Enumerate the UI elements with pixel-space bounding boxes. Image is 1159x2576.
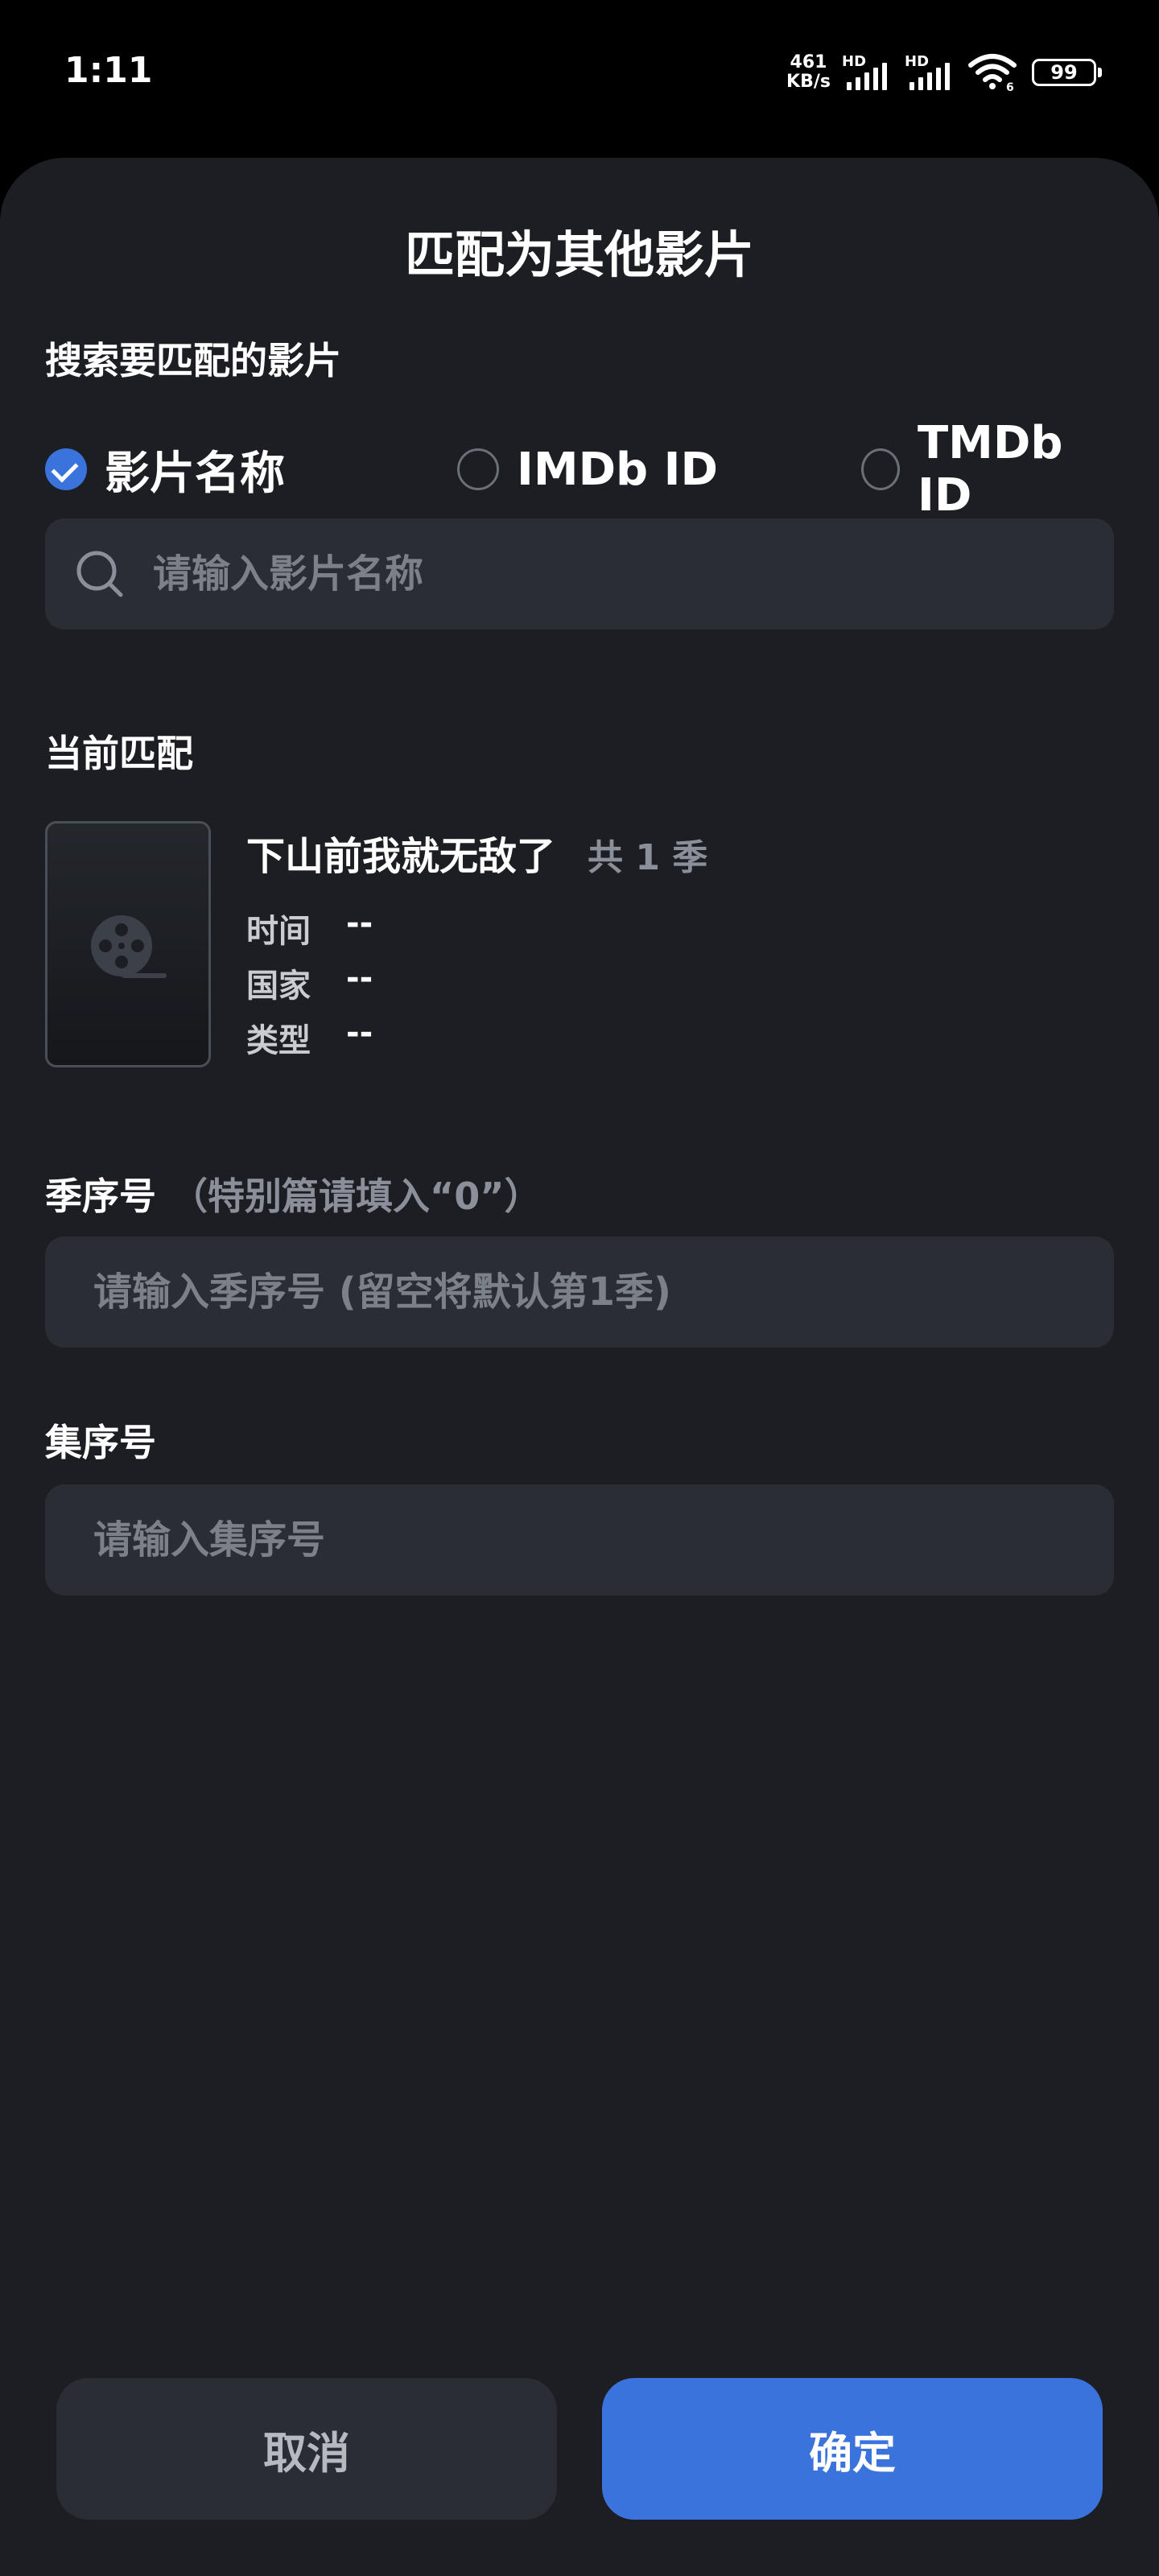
wifi-icon: 6 [967, 52, 1017, 94]
search-type-radio-group: 影片名称 IMDb ID TMDb ID [45, 417, 1114, 522]
season-number-label: 季序号 （特别篇请填入“0”） [45, 1167, 541, 1220]
search-section-label: 搜索要匹配的影片 [45, 339, 341, 382]
episode-number-label: 集序号 [45, 1421, 156, 1464]
current-match-label: 当前匹配 [45, 732, 193, 775]
radio-label: 影片名称 [105, 447, 285, 500]
wifi-badge: 6 [1006, 81, 1014, 93]
network-speed-value: 461 [790, 52, 827, 72]
season-input[interactable] [92, 1269, 1114, 1315]
search-icon [74, 548, 126, 600]
network-speed: 461 KB/s [786, 53, 831, 92]
season-label-text: 季序号 [45, 1174, 156, 1218]
match-sheet: 匹配为其他影片 搜索要匹配的影片 影片名称 IMDb ID TMDb ID 当前… [0, 158, 1159, 2576]
meta-time-value: -- [346, 905, 373, 942]
film-reel-icon [89, 914, 170, 981]
confirm-button[interactable]: 确定 [602, 2378, 1103, 2520]
season-count: 共 1 季 [588, 837, 708, 878]
radio-unchecked-icon [861, 448, 900, 490]
meta-genre: 类型 -- [246, 1014, 373, 1061]
episode-input[interactable] [92, 1517, 1114, 1563]
season-field[interactable] [45, 1236, 1114, 1348]
radio-imdb-id[interactable]: IMDb ID [457, 436, 718, 502]
meta-country-value: -- [346, 960, 373, 997]
episode-field[interactable] [45, 1484, 1114, 1596]
status-time: 1:11 [64, 50, 153, 91]
radio-tmdb-id[interactable]: TMDb ID [861, 417, 1114, 522]
meta-country: 国家 -- [246, 960, 373, 1006]
signal-icon: HD [842, 53, 893, 92]
radio-label: TMDb ID [917, 417, 1063, 522]
search-input[interactable] [151, 551, 1114, 597]
meta-time-label: 时间 [246, 913, 311, 950]
radio-checked-icon [45, 448, 87, 490]
poster-placeholder [45, 821, 211, 1067]
movie-title: 下山前我就无敌了 [246, 834, 556, 879]
season-hint: （特别篇请填入“0”） [171, 1174, 542, 1218]
search-field[interactable] [45, 518, 1114, 630]
network-speed-unit: KB/s [786, 72, 831, 92]
meta-time: 时间 -- [246, 905, 373, 952]
battery-icon: 99 [1032, 59, 1102, 86]
meta-genre-value: -- [346, 1014, 373, 1051]
radio-label: IMDb ID [517, 443, 718, 496]
status-icons: 461 KB/s HD HD 6 99 [786, 48, 1102, 97]
meta-country-label: 国家 [246, 968, 311, 1005]
meta-genre-label: 类型 [246, 1022, 311, 1059]
radio-unchecked-icon [457, 448, 499, 490]
battery-level: 99 [1050, 61, 1078, 84]
signal-icon: HD [905, 53, 956, 92]
radio-movie-name[interactable]: 影片名称 [45, 436, 285, 502]
cancel-button[interactable]: 取消 [56, 2378, 557, 2520]
current-match-title: 下山前我就无敌了共 1 季 [246, 824, 707, 881]
sheet-title: 匹配为其他影片 [404, 225, 754, 284]
status-bar: 1:11 461 KB/s HD HD 6 99 [0, 0, 1159, 145]
